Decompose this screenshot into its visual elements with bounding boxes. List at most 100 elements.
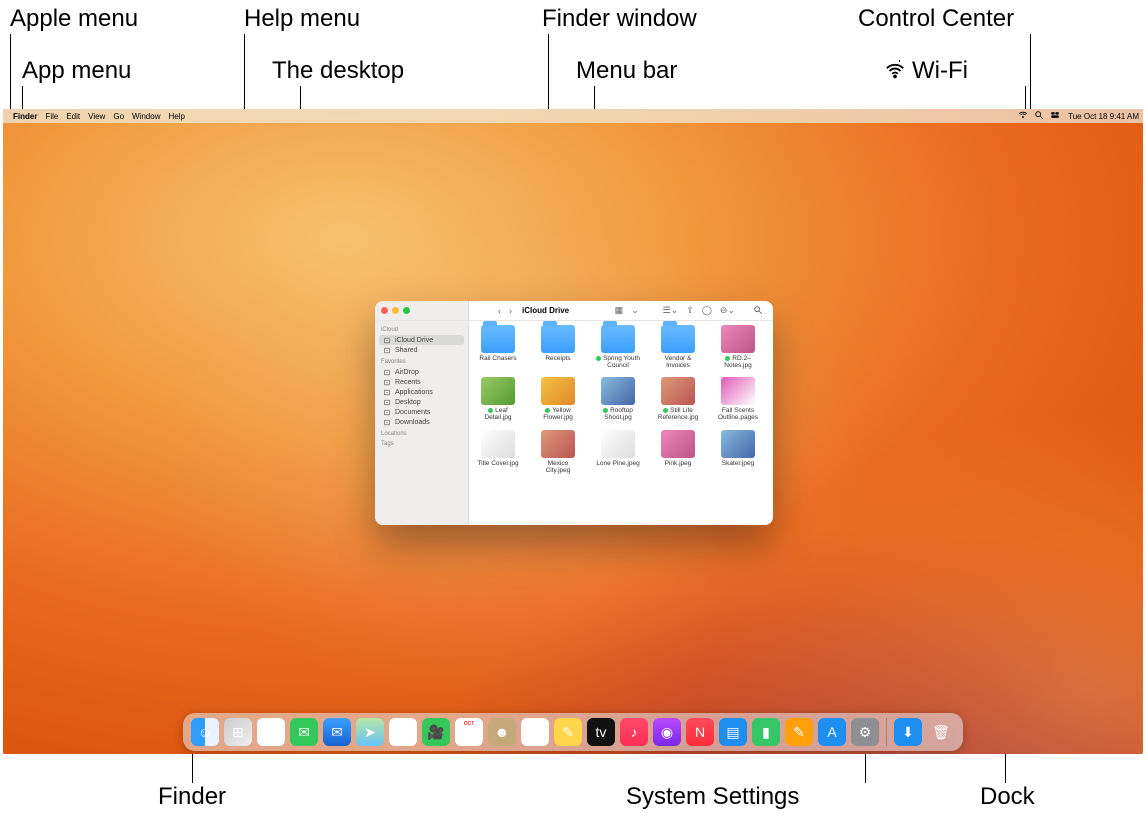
dock-app-launchpad[interactable]: ⊞: [224, 718, 252, 746]
callout-control-center: Control Center: [858, 5, 1014, 33]
wifi-status-icon[interactable]: [1018, 110, 1028, 122]
control-center-icon[interactable]: [1050, 110, 1060, 122]
dock-app-numbers[interactable]: ▮: [752, 718, 780, 746]
sidebar-item-desktop[interactable]: ⊡ Desktop: [379, 397, 464, 407]
file-item[interactable]: Receipts: [535, 325, 581, 369]
sidebar-item-downloads[interactable]: ⊡Downloads: [379, 417, 464, 427]
file-label: Leaf Detail.jpg: [475, 407, 521, 421]
file-item[interactable]: Mexico City.jpeg: [535, 430, 581, 474]
window-close-button[interactable]: [381, 307, 388, 314]
sidebar-item-icon: ⊡: [383, 408, 391, 416]
file-item[interactable]: Lone Pine.jpeg: [595, 430, 641, 474]
file-item[interactable]: Skater.jpeg: [715, 430, 761, 474]
sidebar-item-icloud-drive[interactable]: ⊡iCloud Drive: [379, 335, 464, 345]
file-thumbnail: [721, 325, 755, 353]
sidebar-item-documents[interactable]: ⊡Documents: [379, 407, 464, 417]
file-thumbnail: [601, 430, 635, 458]
search-button[interactable]: [753, 305, 763, 317]
file-label: RD.2–Notes.jpg: [715, 355, 761, 369]
dock-app-reminders[interactable]: ☰: [521, 718, 549, 746]
dock-app-safari[interactable]: ✷: [257, 718, 285, 746]
menu-go[interactable]: Go: [113, 112, 124, 121]
dock-app-maps[interactable]: ➤: [356, 718, 384, 746]
dock-app-podcasts[interactable]: ◉: [653, 718, 681, 746]
dock-app-contacts[interactable]: ☻: [488, 718, 516, 746]
sidebar-section-label: Locations: [381, 431, 462, 437]
dock-app-system-settings[interactable]: ⚙: [851, 718, 879, 746]
file-item[interactable]: Leaf Detail.jpg: [475, 377, 521, 421]
file-item[interactable]: RD.2–Notes.jpg: [715, 325, 761, 369]
finder-sidebar: iCloud⊡iCloud Drive⊡SharedFavorites⊡AirD…: [375, 301, 469, 525]
file-label: Title Cover.jpg: [475, 460, 521, 467]
callout-dock: Dock: [980, 783, 1035, 811]
app-menu[interactable]: Finder: [13, 112, 37, 121]
dock-app-messages[interactable]: ✉: [290, 718, 318, 746]
menu-window[interactable]: Window: [132, 112, 160, 121]
callout-apple-menu: Apple menu: [10, 5, 138, 33]
file-item[interactable]: Vendor & Invoices: [655, 325, 701, 369]
folder-icon: [541, 325, 575, 353]
dock-app-calendar[interactable]: OCT18: [455, 718, 483, 746]
dock-divider: [886, 718, 887, 746]
menu-edit[interactable]: Edit: [66, 112, 80, 121]
sidebar-item-label: Desktop: [395, 399, 421, 406]
menu-bar-clock[interactable]: Tue Oct 18 9:41 AM: [1068, 112, 1139, 121]
file-label: Yellow Flower.jpg: [535, 407, 581, 421]
action-button[interactable]: ⊖⌄: [720, 305, 735, 316]
nav-forward-button[interactable]: ›: [509, 306, 512, 316]
menu-view[interactable]: View: [88, 112, 105, 121]
file-item[interactable]: Still Life Reference.jpg: [655, 377, 701, 421]
sidebar-item-applications[interactable]: ⊡Applications: [379, 387, 464, 397]
sidebar-item-shared[interactable]: ⊡ Shared: [379, 345, 464, 355]
window-minimize-button[interactable]: [392, 307, 399, 314]
group-button[interactable]: ☰⌄: [663, 305, 679, 316]
dock-app-music[interactable]: ♪: [620, 718, 648, 746]
dock-app-mail[interactable]: ✉: [323, 718, 351, 746]
view-options-button[interactable]: ⌄: [631, 305, 639, 316]
file-item[interactable]: Rooftop Shoot.jpg: [595, 377, 641, 421]
tags-button[interactable]: ◯: [702, 305, 712, 316]
dock-app-photos[interactable]: ✿: [389, 718, 417, 746]
menu-file[interactable]: File: [45, 112, 58, 121]
file-item[interactable]: Spring Youth Council: [595, 325, 641, 369]
dock-app-keynote[interactable]: ▤: [719, 718, 747, 746]
dock-app-finder[interactable]: ☺: [191, 718, 219, 746]
dock-app-tv[interactable]: tv: [587, 718, 615, 746]
callout-finder-dock: Finder: [158, 783, 226, 811]
file-item[interactable]: Pink.jpeg: [655, 430, 701, 474]
menu-help[interactable]: Help: [168, 112, 184, 121]
file-item[interactable]: Title Cover.jpg: [475, 430, 521, 474]
callout-wifi: Wi-Fi: [912, 57, 968, 85]
sidebar-item-recents[interactable]: ⊡Recents: [379, 377, 464, 387]
file-item[interactable]: Yellow Flower.jpg: [535, 377, 581, 421]
spotlight-icon[interactable]: [1034, 110, 1044, 122]
tag-dot-icon: [545, 408, 550, 413]
file-label: Rail Chasers: [475, 355, 521, 362]
file-label: Pink.jpeg: [655, 460, 701, 467]
sidebar-item-icon: ⊡: [383, 346, 391, 354]
finder-titlebar[interactable]: ‹ › iCloud Drive ▦ ⌄ ☰⌄ ⇪ ◯ ⊖⌄: [375, 301, 773, 321]
window-zoom-button[interactable]: [403, 307, 410, 314]
dock-app-trash[interactable]: 🗑: [927, 718, 955, 746]
sidebar-section-label: iCloud: [381, 327, 462, 333]
file-item[interactable]: Rail Chasers: [475, 325, 521, 369]
nav-back-button[interactable]: ‹: [498, 306, 501, 316]
sidebar-item-airdrop[interactable]: ⊡AirDrop: [379, 367, 464, 377]
file-thumbnail: [601, 377, 635, 405]
view-icons-button[interactable]: ▦: [615, 305, 624, 316]
dock-app-notes[interactable]: ✎: [554, 718, 582, 746]
file-item[interactable]: Fall Scents Outline.pages: [715, 377, 761, 421]
sidebar-item-icon: ⊡: [383, 398, 391, 406]
share-button[interactable]: ⇪: [686, 305, 694, 316]
dock-app-facetime[interactable]: 🎥: [422, 718, 450, 746]
sidebar-item-icon: ⊡: [383, 388, 391, 396]
sidebar-item-label: Shared: [395, 347, 418, 354]
callout-desktop: The desktop: [272, 57, 404, 85]
dock-app-pages[interactable]: ✎: [785, 718, 813, 746]
dock-app-news[interactable]: N: [686, 718, 714, 746]
finder-window[interactable]: ‹ › iCloud Drive ▦ ⌄ ☰⌄ ⇪ ◯ ⊖⌄ iCloud ⊡iC…: [375, 301, 773, 525]
dock-app-downloads[interactable]: ⬇: [894, 718, 922, 746]
tag-dot-icon: [663, 408, 668, 413]
dock-app-app-store[interactable]: A: [818, 718, 846, 746]
wifi-icon: [884, 60, 906, 88]
